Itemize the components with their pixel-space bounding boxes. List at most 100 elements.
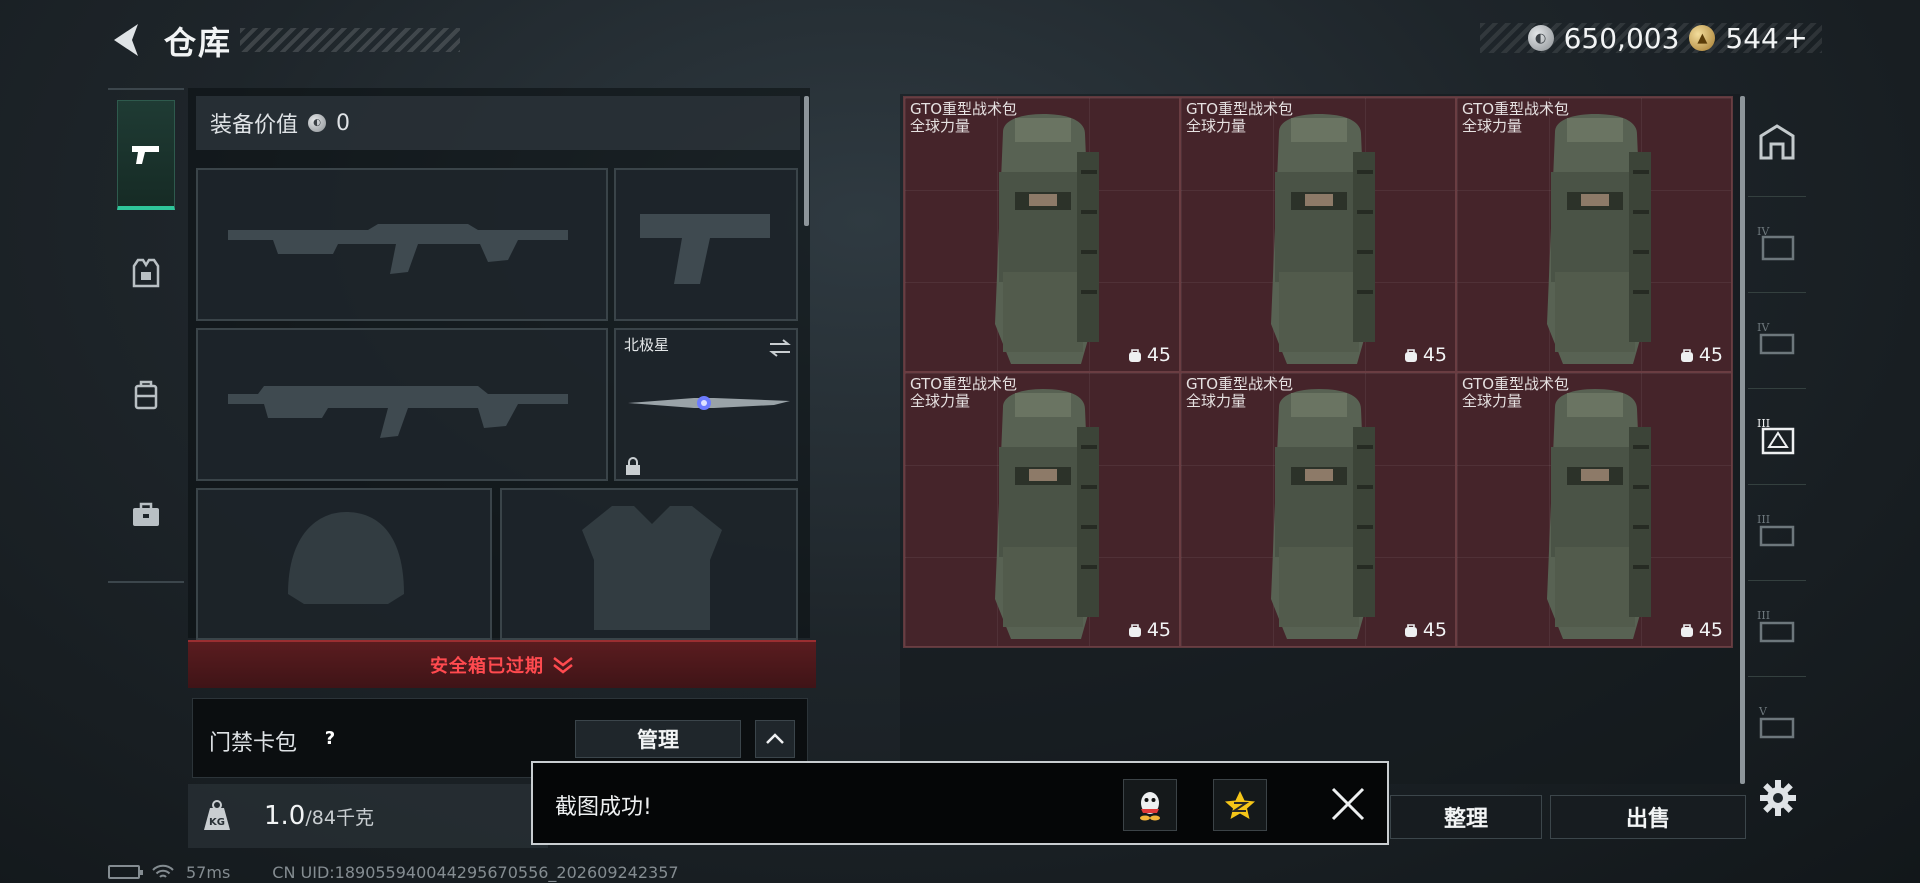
equipment-value-header: 装备价值 ◐ 0 [196, 96, 800, 150]
storage-item-cell[interactable]: GTO重型战术包 全球力量 45 [904, 97, 1180, 372]
weight-capacity: /84千克 [305, 807, 374, 829]
tier-iii-key-filter-icon: III [1757, 513, 1795, 546]
helmet-slot[interactable] [196, 488, 492, 640]
equipment-scrollbar[interactable] [804, 96, 809, 226]
wifi-icon [152, 864, 174, 878]
capacity-bag-icon [1680, 624, 1693, 637]
backpack-icon [995, 389, 1099, 639]
capacity-bag-icon [1404, 349, 1417, 362]
item-brand: 全球力量 [1186, 392, 1247, 410]
storage-scrollbar[interactable] [1740, 96, 1745, 784]
nav-item-case[interactable] [117, 460, 175, 570]
melee-item-name: 北极星 [624, 336, 670, 354]
tier-iv-gear-filter-icon: IV [1757, 321, 1795, 354]
tool-filter-tier-v-keys[interactable]: V [1748, 676, 1806, 768]
body-armor-slot[interactable] [500, 488, 798, 640]
safe-box-expired-bar[interactable]: 安全箱已过期 [188, 640, 816, 688]
ping-readout: 57ms [186, 862, 231, 882]
briefcase-icon [133, 502, 159, 526]
equipment-value: 0 [336, 110, 351, 136]
gear-icon[interactable] [1758, 778, 1798, 818]
current-weight: 1.0 [264, 801, 306, 831]
primary-weapon-slot[interactable] [196, 168, 608, 321]
title-decoration [240, 28, 460, 52]
currency-bar: ◐ 650,003 ▲ 544 + [1480, 21, 1822, 56]
capacity-bag-icon [1128, 624, 1141, 637]
tier-iii-key-filter-icon: III [1757, 609, 1795, 642]
manage-button[interactable]: 管理 [575, 720, 741, 758]
svg-text:IV: IV [1757, 321, 1770, 334]
item-capacity-value: 45 [1698, 344, 1723, 366]
nav-item-armor[interactable] [117, 218, 175, 328]
storage-filter-column: IV IV III III III V [1748, 96, 1810, 846]
item-brand: 全球力量 [1186, 117, 1247, 135]
qq-icon [1140, 792, 1160, 821]
qzone-icon [1225, 791, 1255, 819]
weight-kg-icon: KG [204, 800, 230, 830]
lock-icon [626, 457, 640, 475]
capacity-bag-icon [1680, 349, 1693, 362]
share-qzone-button[interactable] [1213, 779, 1267, 831]
chevron-up-icon [766, 733, 784, 744]
item-capacity: 45 [1127, 344, 1171, 366]
gold-coin-icon: ▲ [1689, 25, 1716, 51]
user-uid: CN UID:18905594004429567055​6_2026092423… [272, 862, 679, 882]
weight-readout: 1.0/84千克 [264, 801, 374, 831]
item-capacity: 45 [1127, 619, 1171, 641]
secondary-weapon-slot[interactable] [196, 328, 608, 481]
armor-vest-icon [132, 258, 160, 288]
swap-arrows-icon[interactable] [768, 338, 792, 358]
item-brand: 全球力量 [1462, 117, 1523, 135]
svg-text:V: V [1758, 705, 1768, 718]
pistol-silhouette-icon [640, 214, 770, 284]
item-capacity-value: 45 [1146, 619, 1171, 641]
add-currency-button[interactable]: + [1783, 21, 1808, 56]
backpack-icon [1271, 114, 1375, 364]
storage-item-cell[interactable]: GTO重型战术包 全球力量 45 [1456, 97, 1732, 372]
home-icon [1759, 124, 1795, 160]
item-capacity: 45 [1679, 619, 1723, 641]
item-capacity-value: 45 [1698, 619, 1723, 641]
tool-filter-tier-iii-keys-2[interactable]: III [1748, 580, 1806, 672]
tool-filter-tier-iii-keys[interactable]: III [1748, 484, 1806, 576]
tool-filter-tier-iv-weapons[interactable]: IV [1748, 196, 1806, 288]
storage-item-cell[interactable]: GTO重型战术包 全球力量 45 [1180, 97, 1456, 372]
storage-item-cell[interactable]: GTO重型战术包 全球力量 45 [904, 372, 1180, 647]
collapse-button[interactable] [755, 720, 795, 758]
toast-message: 截图成功! [555, 795, 652, 820]
helmet-silhouette-icon [288, 512, 404, 604]
close-icon[interactable] [1327, 783, 1369, 825]
silver-coin-amount: 650,003 [1563, 21, 1680, 55]
back-arrow-icon[interactable] [108, 20, 144, 60]
melee-slot[interactable]: 北极星 [614, 328, 798, 481]
svg-text:KG: KG [209, 817, 225, 828]
silver-coin-icon: ◐ [1527, 25, 1554, 51]
arrange-button[interactable]: 整理 [1390, 795, 1542, 839]
item-capacity: 45 [1403, 344, 1447, 366]
rifle-silhouette-icon [228, 386, 568, 438]
svg-text:III: III [1757, 609, 1770, 622]
item-brand: 全球力量 [910, 117, 971, 135]
storage-item-cell[interactable]: GTO重型战术包 全球力量 45 [1180, 372, 1456, 647]
item-capacity-value: 45 [1146, 344, 1171, 366]
item-brand: 全球力量 [1462, 392, 1523, 410]
sell-button[interactable]: 出售 [1550, 795, 1746, 839]
nav-item-backpack[interactable] [117, 340, 175, 450]
double-chevron-down-icon [553, 657, 573, 674]
storage-item-cell[interactable]: GTO重型战术包 全球力量 45 [1456, 372, 1732, 647]
tier-v-key-filter-icon: V [1758, 705, 1795, 738]
vest-silhouette-icon [582, 506, 722, 630]
help-button[interactable]: ? [315, 723, 345, 753]
access-card-label: 门禁卡包 [209, 731, 298, 756]
knife-icon [628, 396, 790, 410]
silver-coin-icon: ◐ [308, 114, 327, 132]
nav-item-weapons[interactable] [117, 100, 175, 210]
tool-filter-tier-iv-gear[interactable]: IV [1748, 292, 1806, 384]
tool-filter-tier-iii-armor-active[interactable]: III [1748, 388, 1806, 480]
tool-home[interactable] [1748, 96, 1806, 188]
item-brand: 全球力量 [910, 392, 971, 410]
item-capacity: 45 [1679, 344, 1723, 366]
share-qq-button[interactable] [1123, 779, 1177, 831]
sidearm-slot[interactable] [614, 168, 798, 321]
safe-box-expired-text: 安全箱已过期 [430, 656, 544, 677]
